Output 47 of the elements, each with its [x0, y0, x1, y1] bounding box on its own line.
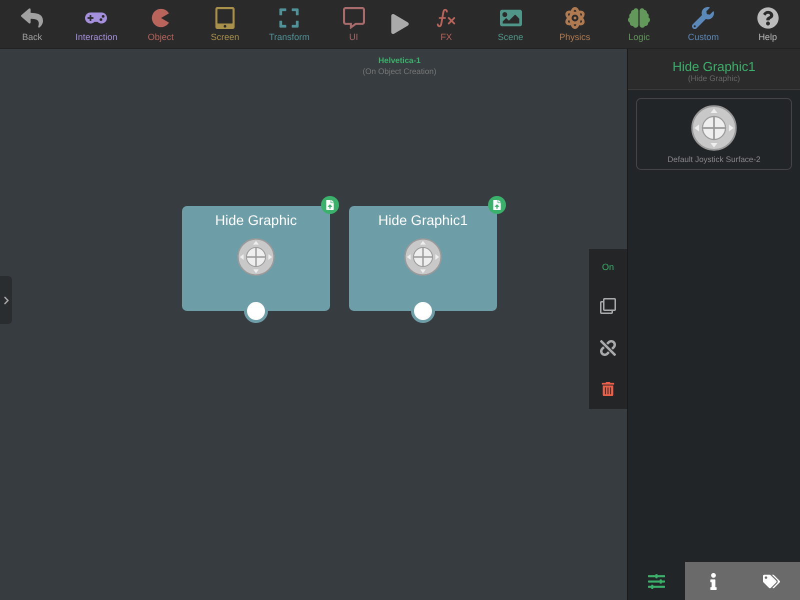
inspector-title: Hide Graphic1	[672, 59, 756, 74]
toolbar-button[interactable]: Logic	[611, 6, 668, 42]
upload-icon[interactable]	[488, 196, 506, 214]
help-icon	[756, 6, 779, 28]
tablet-icon	[214, 6, 236, 28]
toolbar-button[interactable]: Object	[132, 6, 189, 42]
pacman-icon	[150, 6, 172, 28]
brain-icon	[628, 6, 650, 28]
toolbar-button[interactable]: Interaction	[68, 6, 124, 42]
function-icon	[435, 6, 458, 28]
toolbar-button[interactable]: Scene	[482, 6, 539, 42]
toolbar-button[interactable]: Transform	[261, 6, 318, 42]
toolbar-button[interactable]: Help	[740, 6, 796, 42]
joystick-icon	[404, 238, 442, 276]
wrench-icon	[692, 6, 714, 28]
toolbar-button[interactable]: FX	[418, 6, 474, 42]
toolbar-button[interactable]: Custom	[675, 6, 732, 42]
atom-icon	[564, 6, 586, 28]
toolbar-button[interactable]: Screen	[197, 6, 254, 42]
toolbar-button[interactable]: UI	[326, 6, 382, 42]
behavior-node[interactable]: Hide Graphic1	[349, 206, 497, 311]
duplicate-icon[interactable]	[600, 298, 616, 314]
inspector-subtitle: (Hide Graphic)	[688, 74, 740, 83]
toolbar-button[interactable]: Physics	[546, 6, 603, 42]
on-toggle[interactable]: On	[602, 262, 614, 272]
unlink-icon[interactable]	[600, 340, 616, 356]
reply-arrow-icon	[21, 6, 44, 28]
trash-icon[interactable]	[601, 382, 615, 396]
joystick-icon	[237, 238, 275, 276]
joystick-icon	[691, 104, 737, 150]
canvas-title: Helvetica-1	[378, 56, 421, 65]
asset-card[interactable]: Default Joystick Surface-2	[636, 98, 792, 170]
expand-arrows-icon	[278, 6, 300, 28]
expand-handle[interactable]	[0, 276, 12, 324]
inspector-tab[interactable]	[742, 562, 800, 600]
canvas-subtitle: (On Object Creation)	[362, 67, 436, 76]
asset-label: Default Joystick Surface-2	[668, 154, 760, 164]
node-title: Hide Graphic	[215, 212, 297, 228]
inspector-tab[interactable]	[685, 562, 743, 600]
toolbar-button[interactable]: Back	[4, 6, 60, 42]
behavior-node[interactable]: Hide Graphic	[182, 206, 330, 311]
node-title: Hide Graphic1	[378, 212, 468, 228]
upload-icon[interactable]	[321, 196, 339, 214]
tags-icon	[762, 572, 780, 590]
sliders-icon	[648, 572, 666, 590]
speech-bubble-icon	[342, 6, 365, 28]
play-button[interactable]	[390, 14, 410, 34]
